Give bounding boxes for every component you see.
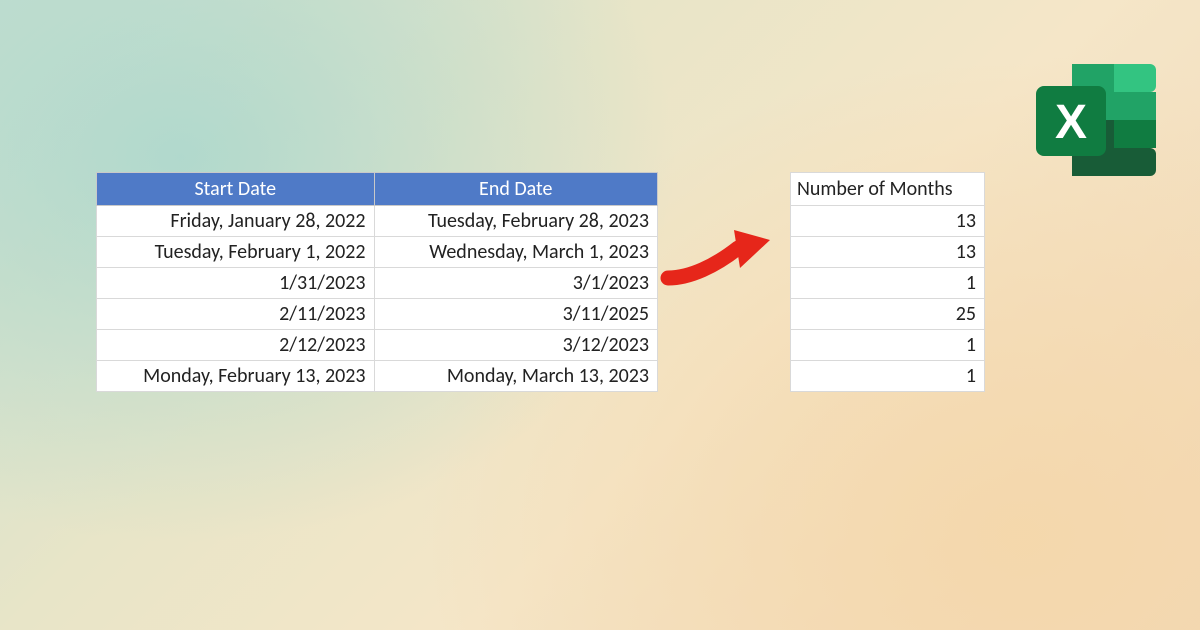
cell-months: 1 <box>791 361 985 392</box>
excel-icon: X <box>1030 60 1160 180</box>
table-row: 13 <box>791 206 985 237</box>
months-table: Number of Months 13 13 1 25 1 1 <box>790 172 985 392</box>
dates-table: Start Date End Date Friday, January 28, … <box>96 172 658 392</box>
cell-months: 1 <box>791 330 985 361</box>
table-row: 2/12/2023 3/12/2023 <box>97 330 658 361</box>
svg-text:X: X <box>1055 96 1087 149</box>
table-row: Friday, January 28, 2022 Tuesday, Februa… <box>97 206 658 237</box>
table-row: 13 <box>791 237 985 268</box>
cell-end: 3/1/2023 <box>374 268 657 299</box>
dates-header-end: End Date <box>374 173 657 206</box>
cell-end: Wednesday, March 1, 2023 <box>374 237 657 268</box>
cell-end: Tuesday, February 28, 2023 <box>374 206 657 237</box>
table-row: 1 <box>791 330 985 361</box>
table-row: 25 <box>791 299 985 330</box>
cell-end: 3/12/2023 <box>374 330 657 361</box>
table-row: 1/31/2023 3/1/2023 <box>97 268 658 299</box>
arrow-right-icon <box>660 218 788 290</box>
cell-start: Friday, January 28, 2022 <box>97 206 375 237</box>
cell-start: 2/12/2023 <box>97 330 375 361</box>
cell-start: 1/31/2023 <box>97 268 375 299</box>
table-row: 1 <box>791 361 985 392</box>
cell-months: 13 <box>791 206 985 237</box>
cell-end: 3/11/2025 <box>374 299 657 330</box>
months-header: Number of Months <box>791 173 985 206</box>
table-row: Monday, February 13, 2023 Monday, March … <box>97 361 658 392</box>
cell-months: 25 <box>791 299 985 330</box>
cell-start: Monday, February 13, 2023 <box>97 361 375 392</box>
table-row: Tuesday, February 1, 2022 Wednesday, Mar… <box>97 237 658 268</box>
table-row: 2/11/2023 3/11/2025 <box>97 299 658 330</box>
cell-start: Tuesday, February 1, 2022 <box>97 237 375 268</box>
table-row: 1 <box>791 268 985 299</box>
dates-header-start: Start Date <box>97 173 375 206</box>
cell-months: 1 <box>791 268 985 299</box>
cell-end: Monday, March 13, 2023 <box>374 361 657 392</box>
cell-start: 2/11/2023 <box>97 299 375 330</box>
cell-months: 13 <box>791 237 985 268</box>
